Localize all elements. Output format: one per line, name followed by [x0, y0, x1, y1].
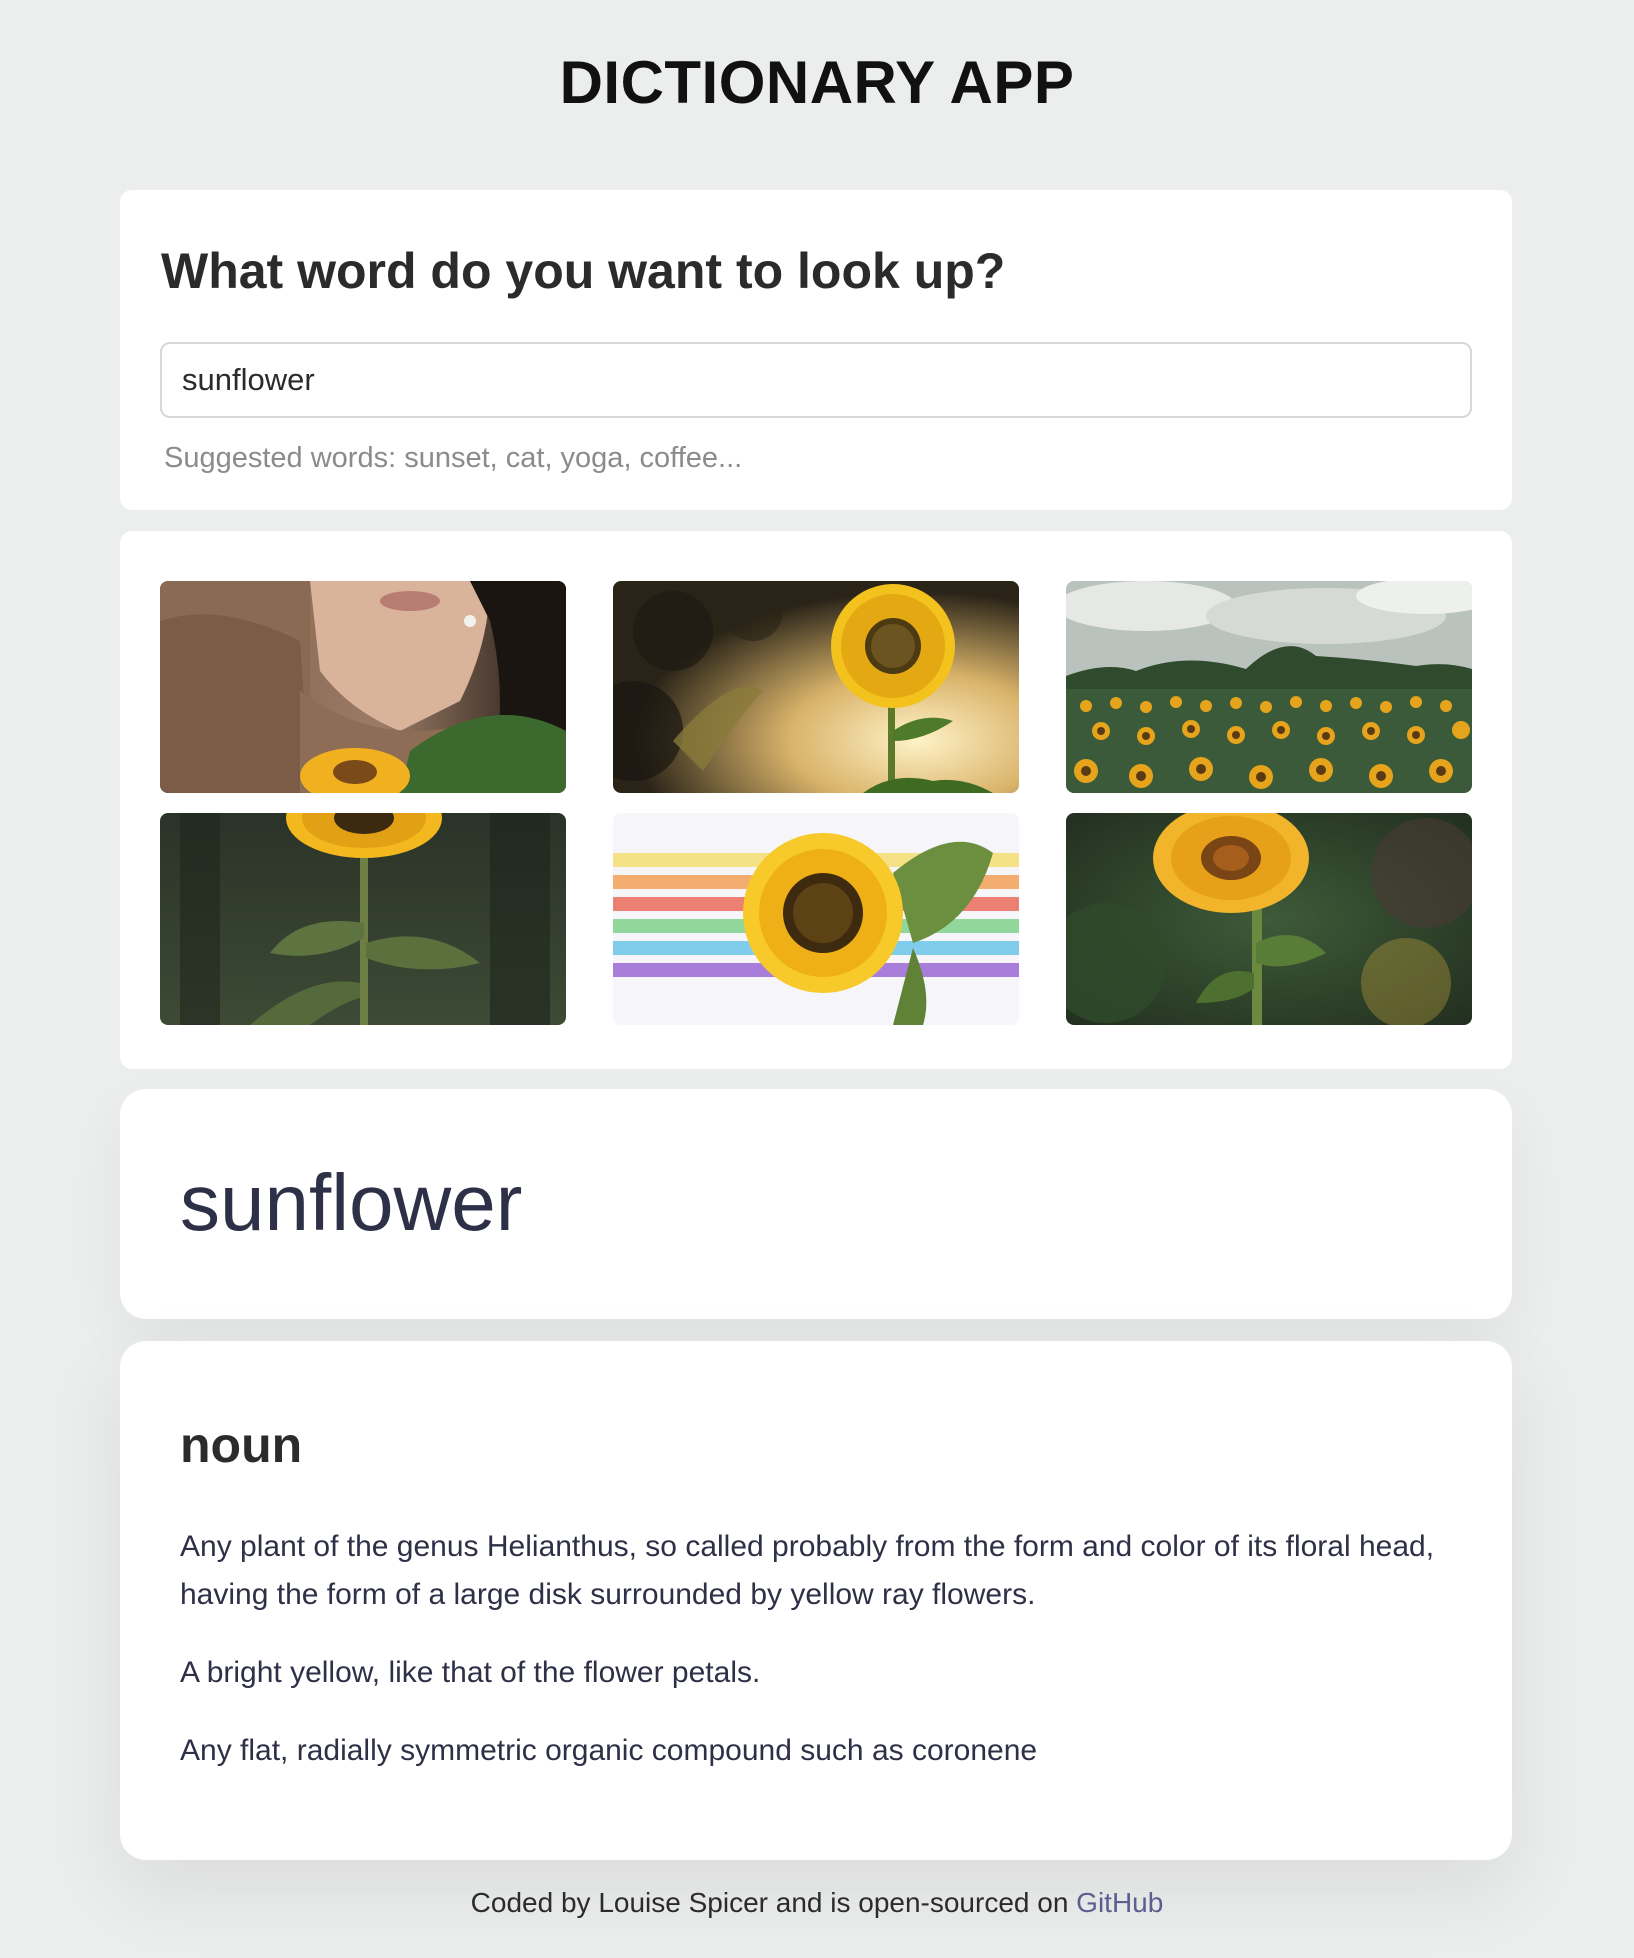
github-link[interactable]: GitHub — [1076, 1887, 1163, 1918]
word-title: sunflower — [180, 1158, 523, 1247]
tall-sunflower-photo[interactable] — [160, 813, 566, 1025]
sunflower-rainbow-photo[interactable] — [613, 813, 1019, 1025]
search-heading: What word do you want to look up? — [161, 243, 1006, 299]
photo-grid — [160, 581, 1472, 1025]
definition-item: Any flat, radially symmetric organic com… — [180, 1734, 1038, 1767]
footer: Coded by Louise Spicer and is open-sourc… — [0, 1887, 1634, 1919]
word-card: sunflower — [120, 1089, 1512, 1319]
definition-item: Any plant of the genus Helianthus, so ca… — [180, 1530, 1435, 1611]
suggested-words: Suggested words: sunset, cat, yoga, coff… — [164, 442, 743, 474]
woman-with-sunflower-photo[interactable] — [160, 581, 566, 793]
photos-card — [120, 531, 1512, 1069]
search-card: What word do you want to look up? Sugges… — [120, 190, 1512, 510]
app-title: DICTIONARY APP — [559, 49, 1075, 116]
definitions-list: Any plant of the genus Helianthus, so ca… — [180, 1523, 1440, 1805]
definition-item: A bright yellow, like that of the flower… — [180, 1656, 761, 1689]
footer-credit: Coded by Louise Spicer and is open-sourc… — [470, 1887, 1077, 1918]
definition-card: noun Any plant of the genus Helianthus, … — [120, 1341, 1512, 1860]
part-of-speech-heading: noun — [180, 1417, 303, 1473]
sunflower-closeup-photo[interactable] — [1066, 813, 1472, 1025]
search-input[interactable] — [160, 342, 1472, 418]
sunflower-field-photo[interactable] — [1066, 581, 1472, 793]
sunflower-sunset-photo[interactable] — [613, 581, 1019, 793]
